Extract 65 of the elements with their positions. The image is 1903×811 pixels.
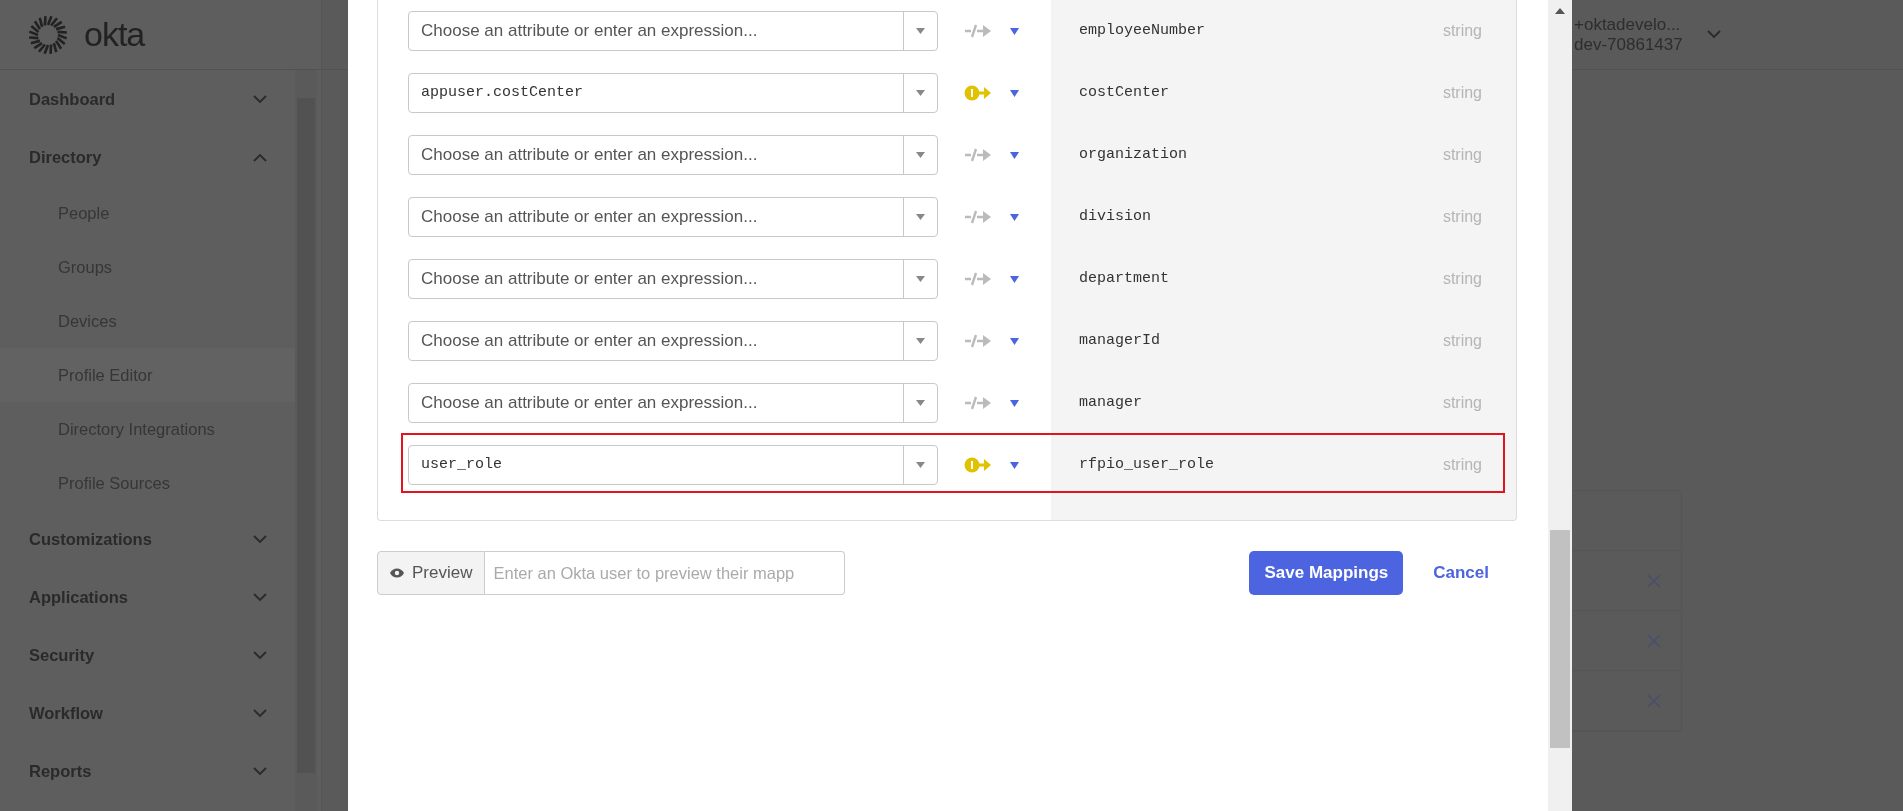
dropdown-caret-icon[interactable]	[1010, 89, 1019, 97]
attribute-type: string	[1442, 455, 1482, 475]
caret-icon	[916, 90, 925, 96]
attribute-name: employeeNumber	[1079, 20, 1206, 41]
attribute-type: string	[1442, 269, 1482, 289]
attribute-type: string	[1442, 145, 1482, 165]
chevron-down-icon	[253, 534, 267, 544]
cancel-link[interactable]: Cancel	[1419, 560, 1503, 586]
mapping-arrow-icon[interactable]	[964, 84, 992, 102]
attribute-type: string	[1442, 207, 1482, 227]
expression-field[interactable]: Choose an attribute or enter an expression...	[408, 135, 938, 175]
attribute-name: division	[1079, 206, 1151, 227]
attribute-type: string	[1442, 393, 1482, 413]
attribute-type: string	[1442, 83, 1482, 103]
dropdown-caret-icon[interactable]	[1010, 275, 1019, 283]
caret-icon	[916, 400, 925, 406]
attribute-name: manager	[1079, 392, 1142, 413]
preview-button[interactable]: Preview	[377, 551, 486, 595]
caret-icon	[916, 276, 925, 282]
dropdown-caret-icon[interactable]	[1010, 213, 1019, 221]
attribute-type: string	[1442, 331, 1482, 351]
chevron-up-icon	[253, 152, 267, 162]
chevron-down-icon	[253, 708, 267, 718]
no-mapping-arrow-icon[interactable]	[964, 22, 992, 40]
mapping-arrow-icon[interactable]	[964, 456, 992, 474]
chevron-down-icon	[253, 650, 267, 660]
attribute-name: rfpio_user_role	[1079, 454, 1215, 475]
caret-icon	[916, 214, 925, 220]
caret-icon	[916, 28, 925, 34]
expression-field[interactable]: Choose an attribute or enter an expression...	[408, 11, 938, 51]
expression-field[interactable]: appuser.costCenter	[408, 73, 938, 113]
no-mapping-arrow-icon[interactable]	[964, 146, 992, 164]
scroll-up-icon[interactable]	[1555, 8, 1565, 14]
no-mapping-arrow-icon[interactable]	[964, 208, 992, 226]
no-mapping-arrow-icon[interactable]	[964, 270, 992, 288]
dropdown-caret-icon[interactable]	[1010, 151, 1019, 159]
chevron-down-icon	[253, 766, 267, 776]
dropdown-caret-icon[interactable]	[1010, 337, 1019, 345]
dropdown-caret-icon[interactable]	[1010, 399, 1019, 407]
logo-text: okta	[84, 14, 145, 55]
eye-icon	[390, 568, 404, 578]
attribute-name: managerId	[1079, 330, 1160, 351]
sunburst-logo-icon	[28, 14, 68, 55]
no-mapping-arrow-icon[interactable]	[964, 394, 992, 412]
scrollbar-thumb[interactable]	[1550, 530, 1570, 748]
caret-icon	[916, 152, 925, 158]
save-mappings-button[interactable]: Save Mappings	[1249, 551, 1404, 595]
chevron-down-icon	[1706, 30, 1721, 39]
user-search-field[interactable]: Enter an Okta user to preview their mapp	[485, 551, 846, 595]
attribute-name: department	[1079, 268, 1169, 289]
attribute-name: costCenter	[1079, 82, 1169, 103]
chevron-down-icon	[253, 592, 267, 602]
no-mapping-arrow-icon[interactable]	[964, 332, 992, 350]
dropdown-caret-icon[interactable]	[1010, 461, 1019, 469]
attribute-name: organization	[1079, 144, 1188, 165]
expression-field[interactable]: Choose an attribute or enter an expression...	[408, 197, 938, 237]
expression-field[interactable]: Choose an attribute or enter an expression...	[408, 259, 938, 299]
chevron-down-icon	[253, 94, 267, 104]
expression-field[interactable]: Choose an attribute or enter an expression...	[408, 321, 938, 361]
caret-icon	[916, 462, 925, 468]
attribute-type: string	[1442, 21, 1482, 41]
expression-field[interactable]: user_role	[408, 445, 938, 485]
dropdown-caret-icon[interactable]	[1010, 27, 1019, 35]
caret-icon	[916, 338, 925, 344]
expression-field[interactable]: Choose an attribute or enter an expression...	[408, 383, 938, 423]
